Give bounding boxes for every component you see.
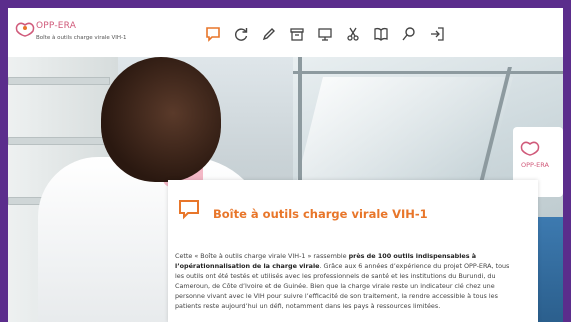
sticker-text: OPP-ERA <box>521 161 549 169</box>
header: OPP-ERA Boîte à outils charge virale VIH… <box>8 8 563 57</box>
card-title: Boîte à outils charge virale VIH-1 <box>213 207 428 221</box>
chat-bubble-icon <box>179 200 199 220</box>
toolbar <box>203 23 447 45</box>
logout-icon[interactable] <box>427 24 447 44</box>
logo-mark-icon <box>15 22 35 37</box>
archive-icon[interactable] <box>287 24 307 44</box>
body-text-1: Cette « Boîte à outils charge virale VIH… <box>175 252 349 261</box>
logo-name: OPP-ERA <box>36 21 77 31</box>
logo-subtitle: Boîte à outils charge virale VIH-1 <box>36 35 127 41</box>
app-frame: OPP-ERA Boîte à outils charge virale VIH… <box>8 8 563 322</box>
book-icon[interactable] <box>371 24 391 44</box>
chat-bubble-icon[interactable] <box>203 24 223 44</box>
lab-shelf <box>8 137 110 145</box>
logo[interactable]: OPP-ERA Boîte à outils charge virale VIH… <box>14 17 164 51</box>
pencil-icon[interactable] <box>259 24 279 44</box>
monitor-icon[interactable] <box>315 24 335 44</box>
hood-frame <box>293 71 563 74</box>
refresh-icon[interactable] <box>231 24 251 44</box>
person-head <box>101 57 221 182</box>
scissors-icon[interactable] <box>343 24 363 44</box>
heart-logo-icon <box>520 141 540 156</box>
card-body: Cette « Boîte à outils charge virale VIH… <box>175 251 515 311</box>
intro-card: Boîte à outils charge virale VIH-1 Cette… <box>168 180 538 322</box>
search-icon[interactable] <box>399 24 419 44</box>
lab-shelf <box>8 77 110 85</box>
